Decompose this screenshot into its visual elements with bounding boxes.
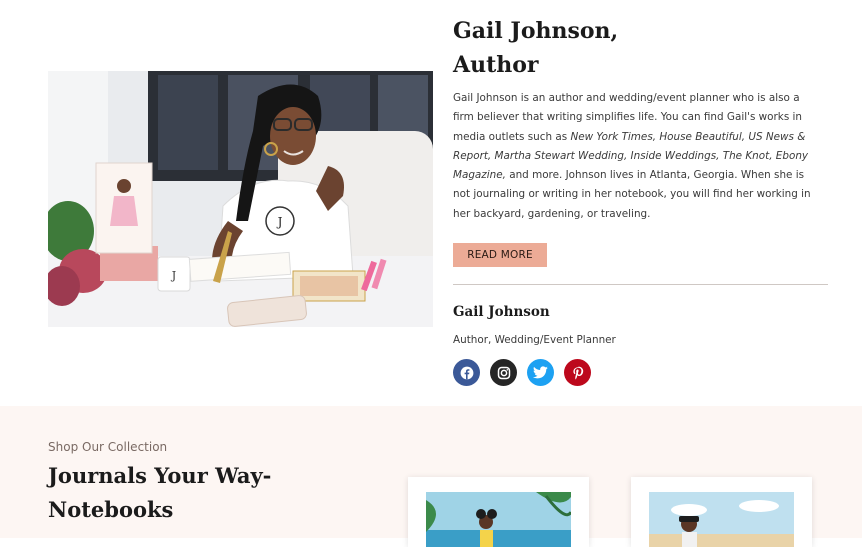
product-image: [649, 492, 794, 547]
product-card[interactable]: [631, 477, 812, 547]
section-heading: Journals Your Way- Notebooks: [48, 459, 308, 527]
facebook-link[interactable]: [453, 359, 480, 386]
pinterest-link[interactable]: [564, 359, 591, 386]
bio-part-2: and more. Johnson lives in Atlanta, Geor…: [453, 169, 811, 220]
author-title-line1: Gail Johnson,: [453, 18, 619, 44]
instagram-icon: [497, 366, 510, 379]
facebook-icon: [460, 366, 473, 379]
pinterest-icon: [572, 366, 583, 379]
instagram-link[interactable]: [490, 359, 517, 386]
author-title: Gail Johnson, Author: [453, 14, 753, 82]
read-more-button[interactable]: READ MORE: [453, 243, 547, 267]
product-card[interactable]: [408, 477, 589, 547]
section-heading-line1: Journals Your Way-: [48, 463, 272, 488]
svg-text:J: J: [171, 269, 176, 282]
twitter-link[interactable]: [527, 359, 554, 386]
svg-text:J: J: [276, 215, 283, 229]
author-name: Gail Johnson: [453, 304, 550, 320]
author-title-line2: Author: [453, 52, 539, 78]
divider: [453, 284, 828, 285]
author-photo: J J: [48, 71, 433, 327]
section-eyebrow: Shop Our Collection: [48, 440, 168, 454]
author-bio: Gail Johnson is an author and wedding/ev…: [453, 89, 823, 224]
author-role: Author, Wedding/Event Planner: [453, 334, 616, 346]
shop-collection-section: Shop Our Collection Journals Your Way- N…: [0, 406, 862, 547]
social-links: [453, 359, 591, 386]
twitter-icon: [533, 366, 548, 379]
product-image: [426, 492, 571, 547]
section-heading-line2: Notebooks: [48, 497, 174, 522]
